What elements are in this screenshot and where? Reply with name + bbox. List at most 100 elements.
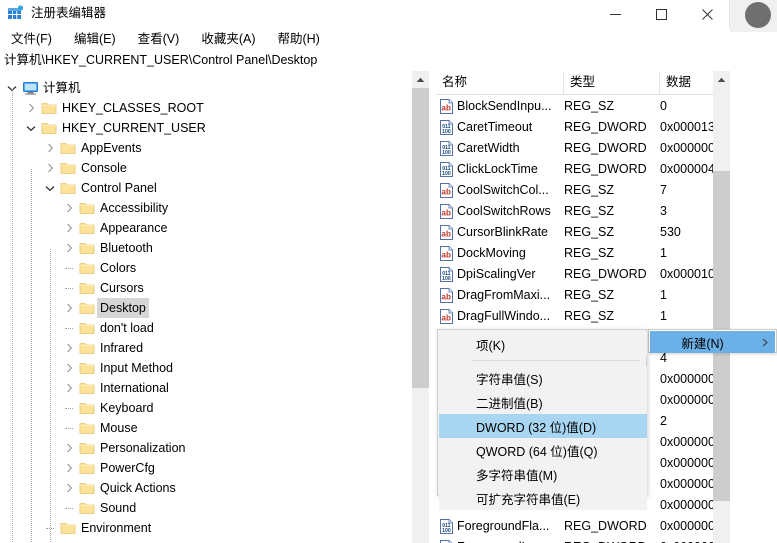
chevron-right-icon[interactable]	[42, 138, 58, 158]
tree-item-desktop[interactable]: Desktop	[0, 298, 433, 318]
context-menu-item[interactable]: 多字符串值(M)	[439, 462, 647, 486]
context-menu-item[interactable]: 字符串值(S)	[439, 366, 647, 390]
tree-item-hkey-current-user[interactable]: HKEY_CURRENT_USER	[0, 118, 433, 138]
tree-item-label: don't load	[97, 318, 157, 338]
tree-item-eudc[interactable]: EUDC	[0, 538, 433, 543]
string-value-icon: ab	[439, 309, 454, 324]
context-menu-item[interactable]: 项(K)	[439, 332, 647, 356]
column-type[interactable]: 类型	[564, 71, 660, 94]
tree-item-appearance[interactable]: Appearance	[0, 218, 433, 238]
tree-item-colors[interactable]: Colors	[0, 258, 433, 278]
table-row[interactable]: abBlockSendInpu...REG_SZ0	[436, 96, 713, 117]
chevron-right-icon[interactable]	[61, 218, 77, 238]
svg-text:ab: ab	[441, 208, 451, 217]
tree-item-powercfg[interactable]: PowerCfg	[0, 458, 433, 478]
cell-value-data: 0x0000000	[660, 495, 720, 516]
maximize-button[interactable]	[638, 0, 684, 28]
cell-value-data: 2	[660, 411, 720, 432]
table-row[interactable]: abCursorBlinkRateREG_SZ530	[436, 222, 713, 243]
folder-icon	[77, 318, 97, 338]
address-bar[interactable]: 计算机\HKEY_CURRENT_USER\Control Panel\Desk…	[0, 50, 730, 72]
cell-value-type: REG_DWORD	[564, 537, 660, 543]
list-scrollbar[interactable]	[713, 71, 730, 543]
chevron-down-icon[interactable]	[42, 178, 58, 198]
svg-text:ab: ab	[441, 313, 451, 322]
menu-file[interactable]: 文件(F)	[0, 29, 63, 49]
table-row[interactable]: 011100CaretWidthREG_DWORD0x0000000	[436, 138, 713, 159]
context-menu-item-label: 项(K)	[439, 335, 505, 354]
tree-item-infrared[interactable]: Infrared	[0, 338, 433, 358]
tree-item-cursors[interactable]: Cursors	[0, 278, 433, 298]
tree-item-don-t-load[interactable]: don't load	[0, 318, 433, 338]
tree-item-hkey-classes-root[interactable]: HKEY_CLASSES_ROOT	[0, 98, 433, 118]
dword-value-icon: 011100	[439, 267, 454, 282]
chevron-right-icon[interactable]	[61, 238, 77, 258]
table-row[interactable]: abDockMovingREG_SZ1	[436, 243, 713, 264]
tree-item-label: International	[97, 378, 172, 398]
string-value-icon: ab	[439, 246, 454, 261]
tree-item-quick-actions[interactable]: Quick Actions	[0, 478, 433, 498]
tree-item-[interactable]: 计算机	[0, 78, 422, 98]
cell-value-type: REG_SZ	[564, 306, 660, 327]
tree-scrollbar[interactable]	[412, 71, 429, 543]
registry-tree[interactable]: 计算机HKEY_CLASSES_ROOTHKEY_CURRENT_USERApp…	[0, 71, 433, 543]
chevron-right-icon[interactable]	[61, 338, 77, 358]
menu-edit[interactable]: 编辑(E)	[63, 29, 127, 49]
table-row[interactable]: 011100ForegroundLo...REG_DWORD0x0000000	[436, 537, 713, 543]
table-row[interactable]: abCoolSwitchRowsREG_SZ3	[436, 201, 713, 222]
context-menu-item[interactable]: QWORD (64 位)值(Q)	[439, 438, 647, 462]
tree-item-sound[interactable]: Sound	[0, 498, 433, 518]
tree-item-accessibility[interactable]: Accessibility	[0, 198, 433, 218]
tree-connector	[61, 398, 77, 418]
context-menu-item-new[interactable]: 新建(N)	[650, 331, 775, 353]
tree-item-console[interactable]: Console	[0, 158, 433, 178]
menu-help[interactable]: 帮助(H)	[266, 29, 330, 49]
menu-view[interactable]: 查看(V)	[127, 29, 191, 49]
cell-value-type: REG_DWORD	[564, 264, 660, 285]
minimize-button[interactable]	[592, 0, 638, 28]
svg-text:ab: ab	[441, 229, 451, 238]
folder-icon	[77, 398, 97, 418]
tree-item-environment[interactable]: Environment	[0, 518, 433, 538]
table-row[interactable]: 011100DpiScalingVerREG_DWORD0x0000100	[436, 264, 713, 285]
chevron-right-icon[interactable]	[61, 478, 77, 498]
chevron-right-icon[interactable]	[61, 198, 77, 218]
tree-item-international[interactable]: International	[0, 378, 433, 398]
tree-item-input-method[interactable]: Input Method	[0, 358, 433, 378]
table-row[interactable]: 011100ForegroundFla...REG_DWORD0x0000000	[436, 516, 713, 537]
chevron-right-icon[interactable]	[61, 438, 77, 458]
chevron-right-icon[interactable]	[61, 458, 77, 478]
tree-item-mouse[interactable]: Mouse	[0, 418, 433, 438]
tree-item-label: Input Method	[97, 358, 176, 378]
cell-value-data: 0x000004b	[660, 159, 720, 180]
chevron-right-icon[interactable]	[42, 158, 58, 178]
tree-scroll-thumb[interactable]	[412, 88, 429, 388]
table-row[interactable]: 011100CaretTimeoutREG_DWORD0x0000138	[436, 117, 713, 138]
table-row[interactable]: abDragFromMaxi...REG_SZ1	[436, 285, 713, 306]
context-menu-item[interactable]: 可扩充字符串值(E)	[439, 486, 647, 510]
chevron-right-icon[interactable]	[23, 98, 39, 118]
tree-item-appevents[interactable]: AppEvents	[0, 138, 433, 158]
table-row[interactable]: 011100ClickLockTimeREG_DWORD0x000004b	[436, 159, 713, 180]
tree-item-bluetooth[interactable]: Bluetooth	[0, 238, 433, 258]
column-name[interactable]: 名称	[436, 71, 564, 94]
tree-item-personalization[interactable]: Personalization	[0, 438, 433, 458]
tree-item-label: Desktop	[97, 298, 149, 318]
tree-item-control-panel[interactable]: Control Panel	[0, 178, 433, 198]
chevron-right-icon[interactable]	[61, 358, 77, 378]
chevron-down-icon[interactable]	[23, 118, 39, 138]
list-scroll-up-icon[interactable]	[713, 71, 730, 88]
context-menu-item-label: DWORD (32 位)值(D)	[439, 417, 596, 436]
cell-value-data: 1	[660, 243, 720, 264]
tree-scroll-up-icon[interactable]	[412, 71, 429, 88]
table-row[interactable]: abCoolSwitchCol...REG_SZ7	[436, 180, 713, 201]
context-menu-item[interactable]: DWORD (32 位)值(D)	[439, 414, 647, 438]
chevron-right-icon[interactable]	[61, 298, 77, 318]
tree-item-keyboard[interactable]: Keyboard	[0, 398, 433, 418]
context-menu-item[interactable]: 二进制值(B)	[439, 390, 647, 414]
chevron-right-icon[interactable]	[61, 378, 77, 398]
menu-favorites[interactable]: 收藏夹(A)	[190, 29, 266, 49]
cell-value-data: 0x0000138	[660, 117, 720, 138]
table-row[interactable]: abDragFullWindo...REG_SZ1	[436, 306, 713, 327]
close-button[interactable]	[684, 0, 730, 28]
